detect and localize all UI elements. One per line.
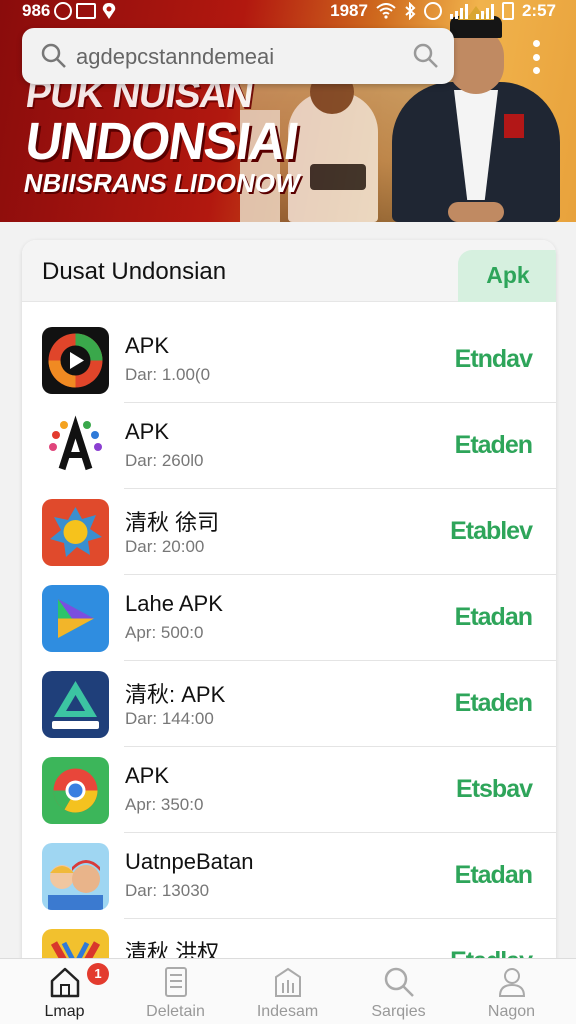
location-icon <box>103 3 116 19</box>
nav-label: Sarqies <box>371 1003 426 1020</box>
nav-label: Deletain <box>146 1003 205 1020</box>
app-name: Lahe APK <box>125 591 223 616</box>
app-name: APK <box>125 333 170 358</box>
search-icon[interactable] <box>40 42 68 70</box>
wifi-icon <box>376 3 396 19</box>
section-title: Dusat Undonsian <box>42 258 227 285</box>
play-triangle-icon <box>42 585 109 652</box>
status-left-text: 986 <box>22 1 51 20</box>
list-item[interactable]: APK Dar: 1.00(0 Etndav <box>22 317 556 403</box>
banner-line-3: NBIISRANS LIDONOW <box>21 168 303 198</box>
app-name: 清秋: APK <box>125 682 226 707</box>
download-button[interactable]: Etaden <box>455 431 533 460</box>
list-item[interactable]: UatnpeBatan Dar: 13030 Etadan <box>22 833 556 919</box>
chrome-ring-icon <box>42 757 109 824</box>
nav-item-search[interactable]: Sarqies <box>341 965 456 1024</box>
status-signal-text: 1987 <box>330 1 368 20</box>
sync-icon <box>423 2 442 20</box>
signal-bars-icon <box>449 3 468 19</box>
bluetooth-icon <box>405 2 416 20</box>
nav-label: Lmap <box>44 1003 85 1020</box>
status-time: 2:57 <box>521 1 556 20</box>
app-meta: Dar: 13030 <box>125 881 210 900</box>
list-item[interactable]: 清秋: APK Dar: 144:00 Etaden <box>22 661 556 747</box>
search-submit-icon[interactable] <box>412 42 440 70</box>
app-name: 清秋 徐司 <box>125 510 220 535</box>
app-meta: Dar: 20:00 <box>125 537 205 556</box>
app-name: UatnpeBatan <box>125 849 254 874</box>
app-meta: Dar: 260l0 <box>125 451 204 470</box>
document-icon <box>164 967 187 997</box>
list-item[interactable]: 清秋 徐司 Dar: 20:00 Etablev <box>22 489 556 575</box>
mountain-a-icon <box>42 671 109 738</box>
list-item[interactable]: APK Dar: 260l0 Etaden <box>22 403 556 489</box>
nav-item-home[interactable]: 1 Lmap <box>7 963 122 1024</box>
search-icon <box>384 967 414 997</box>
more-menu-icon[interactable] <box>528 40 544 74</box>
app-list-card: Dusat Undonsian Apk APK Dar: 1.00(0 Etnd… <box>22 240 556 1024</box>
banner-line-2: UNDONSIAI <box>21 111 302 171</box>
download-button[interactable]: Etsbav <box>456 775 533 804</box>
nav-label: Indesam <box>256 1003 319 1020</box>
download-button[interactable]: Etaden <box>455 689 533 718</box>
people-faces-icon <box>42 843 109 910</box>
notification-icon <box>76 3 97 19</box>
list-item[interactable]: APK Apr: 350:0 Etsbav <box>22 747 556 833</box>
app-meta: Apr: 350:0 <box>125 795 204 814</box>
nav-label: Nagon <box>487 1003 536 1020</box>
card-header: Dusat Undonsian Apk <box>22 240 556 302</box>
alarm-icon <box>54 2 73 20</box>
app-meta: Apr: 500:0 <box>125 623 204 642</box>
tab-apk[interactable]: Apk <box>458 250 556 302</box>
list-item[interactable]: Lahe APK Apr: 500:0 Etadan <box>22 575 556 661</box>
building-icon <box>274 967 301 997</box>
app-name: APK <box>125 763 170 788</box>
signal-bars-2-icon <box>475 3 494 19</box>
home-icon <box>50 967 79 998</box>
profile-icon <box>498 968 525 997</box>
bottom-navigation: 1 Lmap Deletain Indesam Sarqies Nagon <box>0 958 576 1024</box>
letter-a-burst-icon <box>42 413 109 480</box>
battery-icon <box>501 2 514 20</box>
search-input[interactable]: agdepcstanndemeai <box>76 44 274 70</box>
nav-item-building[interactable]: Indesam <box>230 965 345 1024</box>
download-button[interactable]: Etablev <box>450 517 533 546</box>
sun-badge-icon <box>42 499 109 566</box>
video-play-icon <box>42 327 109 394</box>
app-meta: Dar: 1.00(0 <box>125 365 211 384</box>
search-bar[interactable]: agdepcstanndemeai <box>22 28 454 84</box>
app-name: APK <box>125 419 170 444</box>
download-button[interactable]: Etndav <box>455 345 533 374</box>
notification-badge: 1 <box>87 963 109 985</box>
nav-item-document[interactable]: Deletain <box>118 965 233 1024</box>
status-bar: 986 1987 2:57 <box>0 0 576 26</box>
download-button[interactable]: Etadan <box>455 603 533 632</box>
app-meta: Dar: 144:00 <box>125 709 214 728</box>
download-button[interactable]: Etadan <box>455 861 533 890</box>
nav-item-profile[interactable]: Nagon <box>454 965 569 1024</box>
